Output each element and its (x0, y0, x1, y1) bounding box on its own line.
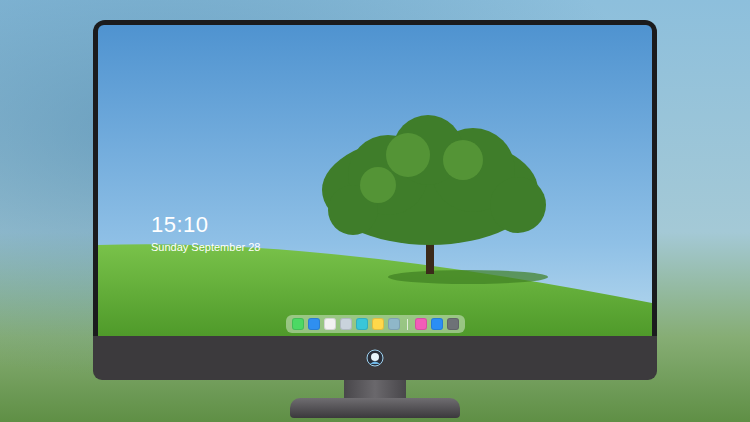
app-icon[interactable] (308, 318, 320, 330)
clock-date: Sunday September 28 (151, 240, 652, 254)
app-icon[interactable] (415, 318, 427, 330)
desktop-screen: 15:10 Sunday September 28 (98, 25, 652, 336)
wallpaper-image (98, 25, 652, 336)
page: 15:10 Sunday September 28 (0, 0, 750, 422)
monitor-chin (93, 336, 657, 380)
dock (286, 315, 465, 333)
app-icon[interactable] (356, 318, 368, 330)
monitor-bezel: 15:10 Sunday September 28 (93, 20, 657, 336)
lock-screen: 15:10 Sunday September 28 (98, 25, 652, 336)
monitor-stand-neck (344, 380, 406, 398)
app-icon[interactable] (372, 318, 384, 330)
clock-time: 15:10 (151, 212, 652, 238)
monitor-stand-base (290, 398, 460, 418)
dock-separator (407, 319, 408, 330)
app-icon[interactable] (447, 318, 459, 330)
app-icon[interactable] (388, 318, 400, 330)
app-icon[interactable] (292, 318, 304, 330)
monitor: 15:10 Sunday September 28 (93, 20, 657, 418)
brand-logo-icon (366, 349, 384, 367)
app-icon[interactable] (431, 318, 443, 330)
app-icon[interactable] (324, 318, 336, 330)
app-icon[interactable] (340, 318, 352, 330)
